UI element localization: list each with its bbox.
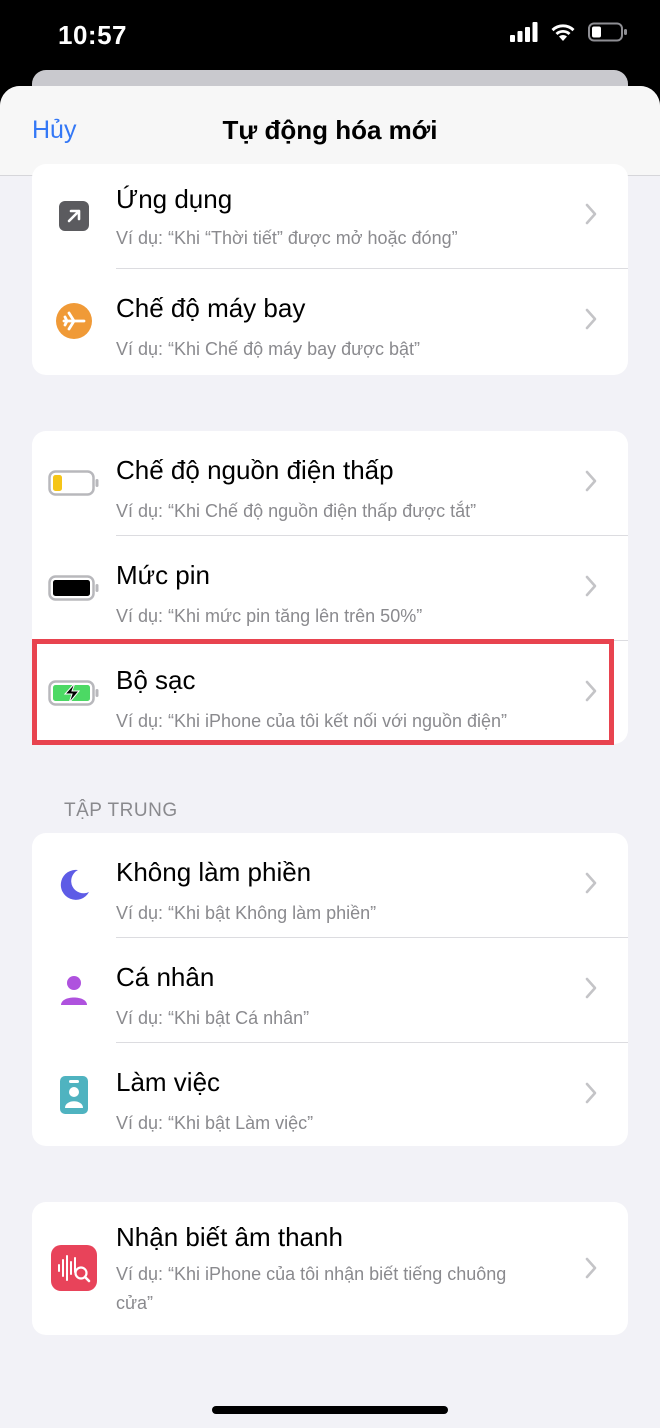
row-title: Không làm phiền [116,857,312,887]
chevron-right-icon [585,1082,597,1104]
chevron-right-icon [585,203,597,225]
cellular-signal-icon [510,22,538,42]
person-icon [48,970,100,1010]
status-time: 10:57 [58,20,127,50]
list-item-low-power-mode[interactable]: Chế độ nguồn điện thấp Ví dụ: “Khi Chế đ… [32,431,628,536]
chevron-right-icon [585,1257,597,1279]
row-title: Mức pin [116,560,210,590]
list-item-app[interactable]: Ứng dụng Ví dụ: “Khi “Thời tiết” được mở… [32,164,628,269]
row-subtitle: Ví dụ: “Khi bật Cá nhân” [116,1008,310,1028]
chevron-right-icon [585,872,597,894]
low-power-battery-icon [48,463,100,503]
moon-icon [48,865,100,905]
chevron-right-icon [585,977,597,999]
row-title: Cá nhân [116,962,215,992]
work-badge-icon [48,1075,100,1115]
list-item-battery-level[interactable]: Mức pin Ví dụ: “Khi mức pin tăng lên trê… [32,536,628,641]
row-subtitle: Ví dụ: “Khi iPhone của tôi nhận biết tiế… [116,1264,507,1313]
app-arrow-icon [48,196,100,236]
list-item-charger[interactable]: Bộ sạc Ví dụ: “Khi iPhone của tôi kết nố… [32,641,628,744]
trigger-group-battery: Chế độ nguồn điện thấp Ví dụ: “Khi Chế đ… [32,431,628,744]
page-title: Tự động hóa mới [222,115,438,145]
status-icons [510,22,628,42]
list-item-airplane-mode[interactable]: Chế độ máy bay Ví dụ: “Khi Chế độ máy ba… [32,269,628,374]
trigger-group-focus: Không làm phiền Ví dụ: “Khi bật Không là… [32,833,628,1146]
row-subtitle: Ví dụ: “Khi mức pin tăng lên trên 50%” [116,606,423,626]
airplane-icon [48,301,100,341]
list-item-sound-recognition[interactable]: Nhận biết âm thanh Ví dụ: “Khi iPhone củ… [32,1202,628,1335]
status-bar: 10:57 [0,0,660,72]
row-subtitle: Ví dụ: “Khi bật Làm việc” [116,1113,314,1133]
trigger-group-general: Ứng dụng Ví dụ: “Khi “Thời tiết” được mở… [32,164,628,375]
wifi-icon [551,24,575,41]
list-item-work[interactable]: Làm việc Ví dụ: “Khi bật Làm việc” [32,1043,628,1146]
section-header-focus: TẬP TRUNG [64,800,178,821]
row-title: Nhận biết âm thanh [116,1222,343,1252]
battery-level-icon [48,568,100,608]
navigation-bar: Hủy Tự động hóa mới [0,86,660,176]
row-subtitle: Ví dụ: “Khi bật Không làm phiền” [116,903,377,923]
row-title: Bộ sạc [116,665,196,695]
new-automation-sheet: Hủy Tự động hóa mới Ứng dụng Ví dụ: “Khi… [0,86,660,1428]
sound-recognition-icon [48,1244,100,1292]
battery-icon [588,22,627,42]
row-subtitle: Ví dụ: “Khi Chế độ nguồn điện thấp được … [116,501,477,521]
row-title: Chế độ nguồn điện thấp [116,455,394,485]
row-subtitle: Ví dụ: “Khi “Thời tiết” được mở hoặc đón… [116,228,458,248]
list-item-do-not-disturb[interactable]: Không làm phiền Ví dụ: “Khi bật Không là… [32,833,628,938]
chevron-right-icon [585,308,597,330]
chevron-right-icon [585,680,597,702]
list-item-personal[interactable]: Cá nhân Ví dụ: “Khi bật Cá nhân” [32,938,628,1043]
row-subtitle: Ví dụ: “Khi iPhone của tôi kết nối với n… [116,711,508,731]
chevron-right-icon [585,575,597,597]
row-subtitle: Ví dụ: “Khi Chế độ máy bay được bật” [116,339,420,359]
trigger-group-sound: Nhận biết âm thanh Ví dụ: “Khi iPhone củ… [32,1202,628,1335]
chevron-right-icon [585,470,597,492]
row-title: Làm việc [116,1067,221,1097]
row-title: Chế độ máy bay [116,293,306,323]
home-indicator [212,1406,448,1414]
charging-battery-icon [48,673,100,713]
row-title: Ứng dụng [116,184,233,214]
